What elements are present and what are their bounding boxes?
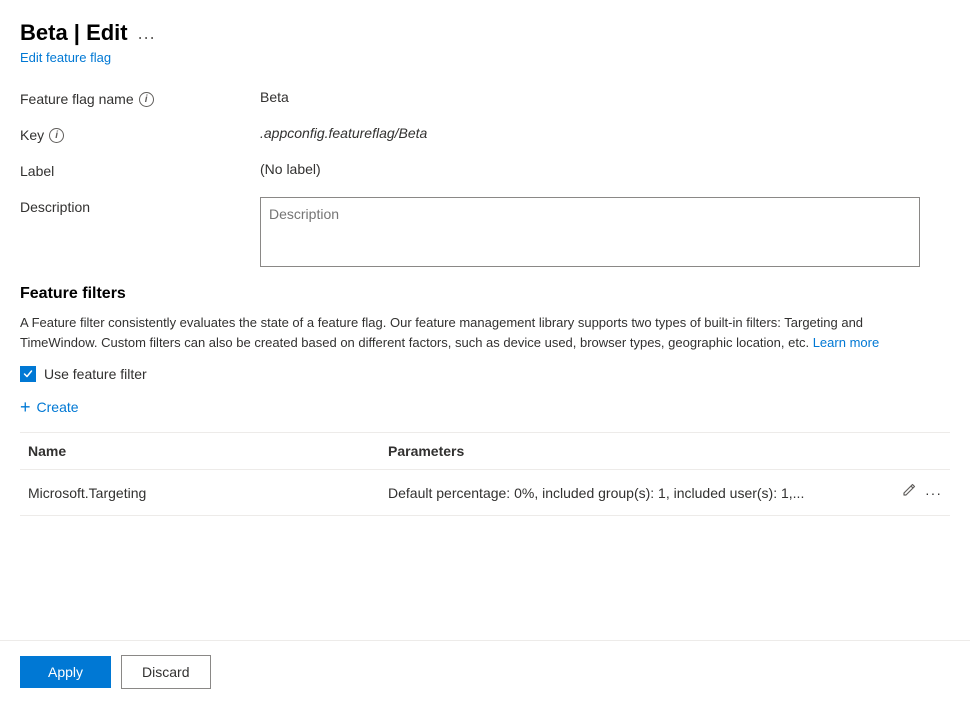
- feature-flag-name-label: Feature flag name i: [20, 89, 260, 107]
- label-label: Label: [20, 161, 260, 179]
- feature-filters-section-title: Feature filters: [20, 285, 950, 303]
- key-value: .appconfig.featureflag/Beta: [260, 125, 427, 141]
- key-label: Key i: [20, 125, 260, 143]
- filters-table: Name Parameters Microsoft.Targeting Defa…: [20, 433, 950, 516]
- more-options-icon[interactable]: ...: [138, 23, 156, 44]
- use-feature-filter-checkbox[interactable]: [20, 366, 36, 382]
- create-filter-row[interactable]: + Create: [20, 398, 950, 416]
- feature-flag-name-value: Beta: [260, 89, 289, 105]
- page-header: Beta | Edit ...: [20, 20, 950, 46]
- page-subtitle: Edit feature flag: [20, 50, 950, 65]
- row-actions: ···: [901, 482, 942, 503]
- table-row: Microsoft.Targeting Default percentage: …: [20, 470, 950, 516]
- description-input[interactable]: [260, 197, 920, 267]
- key-info-icon[interactable]: i: [49, 128, 64, 143]
- filter-params-text: Default percentage: 0%, included group(s…: [388, 485, 901, 501]
- table-col-name-header: Name: [20, 433, 380, 470]
- apply-button[interactable]: Apply: [20, 656, 111, 688]
- page-title: Beta | Edit: [20, 20, 128, 46]
- discard-button[interactable]: Discard: [121, 655, 210, 689]
- filter-name-cell: Microsoft.Targeting: [20, 470, 380, 516]
- bottom-bar: Apply Discard: [0, 640, 970, 703]
- label-value: (No label): [260, 161, 321, 177]
- learn-more-link[interactable]: Learn more: [813, 335, 879, 350]
- filter-params-cell: Default percentage: 0%, included group(s…: [380, 470, 950, 516]
- feature-flag-name-row: Feature flag name i Beta: [20, 89, 950, 107]
- edit-filter-icon[interactable]: [901, 482, 917, 503]
- more-options-row-icon[interactable]: ···: [925, 485, 942, 501]
- create-filter-label[interactable]: Create: [37, 399, 79, 415]
- use-feature-filter-label: Use feature filter: [44, 366, 147, 382]
- feature-filter-description: A Feature filter consistently evaluates …: [20, 313, 940, 352]
- label-row: Label (No label): [20, 161, 950, 179]
- create-plus-icon: +: [20, 398, 31, 416]
- description-label: Description: [20, 197, 260, 215]
- description-row: Description: [20, 197, 950, 267]
- table-col-params-header: Parameters: [380, 433, 950, 470]
- key-row: Key i .appconfig.featureflag/Beta: [20, 125, 950, 143]
- feature-flag-name-info-icon[interactable]: i: [139, 92, 154, 107]
- use-feature-filter-row[interactable]: Use feature filter: [20, 366, 950, 382]
